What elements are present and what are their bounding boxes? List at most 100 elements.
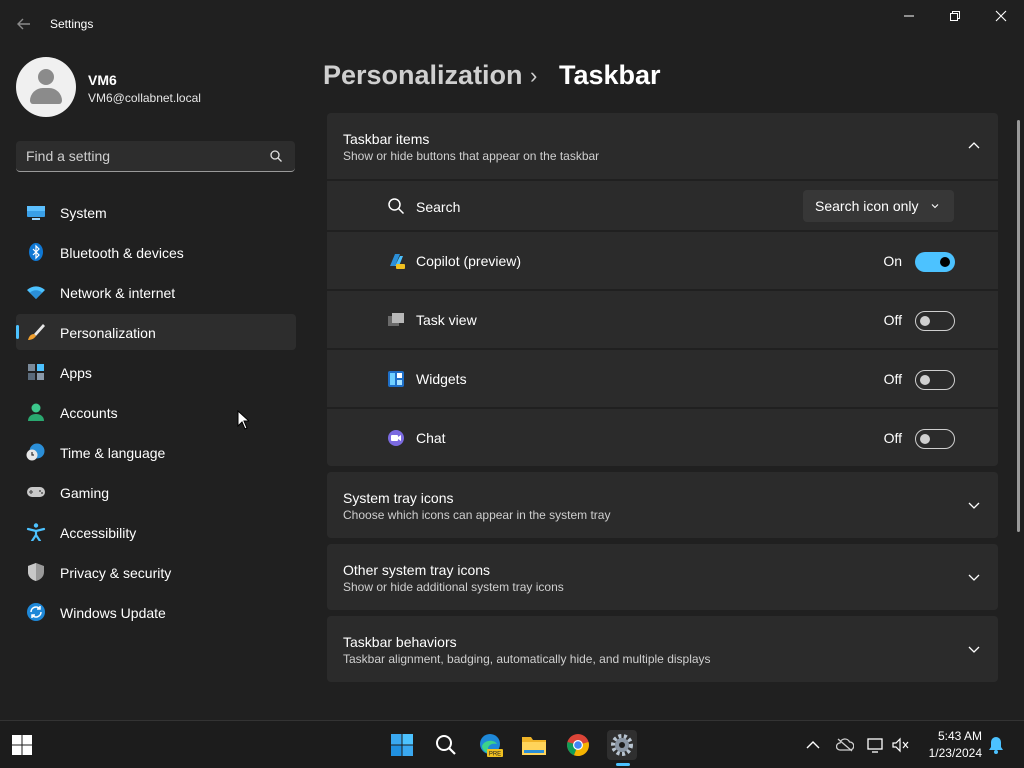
search-mode-value: Search icon only (815, 198, 919, 214)
taskbar-time[interactable]: 5:43 AM (934, 729, 982, 743)
search-box[interactable] (16, 141, 295, 172)
sidebar-item-accounts[interactable]: Accounts (16, 394, 296, 430)
minimize-icon (904, 15, 914, 17)
taskbar-search[interactable] (431, 730, 461, 760)
taskbar-chrome[interactable] (563, 730, 593, 760)
brush-icon (28, 324, 45, 340)
show-hidden-icons-button[interactable] (804, 736, 822, 754)
globe-clock-icon (26, 443, 45, 461)
toggle-knob (920, 375, 930, 385)
widgets-label: Widgets (416, 371, 467, 387)
chat-icon (388, 430, 404, 446)
start-button[interactable] (7, 730, 37, 760)
apps-icon (28, 364, 44, 380)
chevron-down-icon (931, 204, 939, 209)
back-button[interactable] (14, 14, 34, 34)
edge-icon: PRE (480, 734, 503, 758)
behaviors-subtitle: Taskbar alignment, badging, automaticall… (343, 652, 711, 666)
gamepad-icon (27, 487, 45, 497)
sidebar-item-gaming[interactable]: Gaming (16, 474, 296, 510)
chevron-down-icon[interactable] (968, 643, 980, 655)
chat-toggle[interactable] (915, 429, 955, 449)
sidebar-item-privacy-security[interactable]: Privacy & security (16, 554, 296, 590)
restore-icon (950, 11, 960, 21)
sidebar-item-time-language[interactable]: Time & language (16, 434, 296, 470)
chevron-up-icon[interactable] (968, 140, 980, 152)
taskbar-settings[interactable] (607, 730, 637, 760)
other-system-tray-icons-card[interactable]: Other system tray icons Show or hide add… (327, 544, 998, 610)
onedrive-tray[interactable] (836, 736, 854, 754)
task-view-toggle[interactable] (915, 311, 955, 331)
network-tray[interactable] (867, 736, 885, 754)
sidebar-item-apps[interactable]: Apps (16, 354, 296, 390)
avatar[interactable] (16, 57, 76, 117)
search-icon (388, 198, 405, 215)
sidebar-item-label: Time & language (60, 445, 166, 461)
chevron-down-icon[interactable] (968, 571, 980, 583)
copilot-label: Copilot (preview) (416, 253, 522, 269)
taskbar-date[interactable]: 1/23/2024 (918, 746, 982, 760)
chat-state-label: Off (883, 430, 902, 446)
breadcrumb-parent[interactable]: Personalization (323, 60, 523, 91)
volume-tray[interactable] (892, 736, 910, 754)
other-tray-subtitle: Show or hide additional system tray icon… (343, 580, 564, 594)
search-input[interactable] (26, 147, 256, 165)
toggle-knob (920, 316, 930, 326)
sidebar-item-label: Windows Update (60, 605, 166, 621)
taskbar-behaviors-card[interactable]: Taskbar behaviors Taskbar alignment, bad… (327, 616, 998, 682)
windows-taskbar: PRE 5:43 AM 1/23/2024 (0, 720, 1024, 768)
copilot-toggle[interactable] (915, 252, 955, 272)
taskbar-items-header[interactable]: Taskbar items Show or hide buttons that … (327, 113, 998, 179)
monitor-icon (27, 206, 45, 220)
restore-button[interactable] (932, 0, 978, 32)
sidebar-nav: System Bluetooth & devices Network & int… (16, 194, 296, 634)
taskbar-edge[interactable]: PRE (475, 730, 505, 760)
system-tray-icons-card[interactable]: System tray icons Choose which icons can… (327, 472, 998, 538)
widgets-toggle[interactable] (915, 370, 955, 390)
search-row: Search Search icon only (327, 179, 998, 230)
sidebar-item-network[interactable]: Network & internet (16, 274, 296, 310)
taskbar-file-explorer[interactable] (519, 730, 549, 760)
sidebar-item-bluetooth[interactable]: Bluetooth & devices (16, 234, 296, 270)
chrome-icon (567, 734, 589, 757)
sidebar-item-label: Bluetooth & devices (60, 245, 184, 261)
minimize-button[interactable] (886, 0, 932, 32)
notifications-button[interactable] (987, 736, 1005, 754)
title-bar: Settings (0, 0, 1024, 48)
search-row-label: Search (416, 199, 461, 215)
sidebar-item-label: Privacy & security (60, 565, 172, 581)
system-tray-title: System tray icons (343, 490, 454, 506)
sidebar-item-label: Accounts (60, 405, 118, 421)
close-icon (995, 10, 1007, 22)
wifi-icon (27, 286, 45, 299)
copilot-state-label: On (883, 253, 902, 269)
sidebar-item-label: Gaming (60, 485, 110, 501)
edge-pre-badge-text: PRE (489, 752, 501, 758)
chevron-down-icon[interactable] (968, 499, 980, 511)
sidebar-item-label: Network & internet (60, 285, 176, 301)
close-button[interactable] (978, 0, 1024, 32)
system-tray-subtitle: Choose which icons can appear in the sys… (343, 508, 611, 522)
copilot-row: Copilot (preview) On (327, 230, 998, 289)
person-icon (28, 403, 44, 421)
search-icon[interactable] (269, 149, 283, 163)
sidebar-item-accessibility[interactable]: Accessibility (16, 514, 296, 550)
avatar-body-shape (30, 88, 62, 104)
bluetooth-icon (29, 243, 43, 261)
sidebar-item-system[interactable]: System (16, 194, 296, 230)
sync-icon (27, 603, 45, 621)
content-scrollbar[interactable] (1017, 120, 1020, 532)
taskbar-items-title: Taskbar items (343, 131, 430, 147)
chevron-up-icon (806, 741, 820, 749)
task-view-row: Task view Off (327, 289, 998, 348)
task-view-icon (388, 313, 404, 326)
sidebar-item-label: Apps (60, 365, 92, 381)
file-explorer-icon (522, 737, 546, 755)
search-mode-dropdown[interactable]: Search icon only (803, 190, 954, 222)
sidebar-item-windows-update[interactable]: Windows Update (16, 594, 296, 630)
task-view-label: Task view (416, 312, 477, 328)
page-title: Taskbar (559, 60, 661, 90)
windows-logo-icon (12, 735, 32, 755)
sidebar-item-personalization[interactable]: Personalization (16, 314, 296, 350)
taskbar-start-centered[interactable] (387, 730, 417, 760)
